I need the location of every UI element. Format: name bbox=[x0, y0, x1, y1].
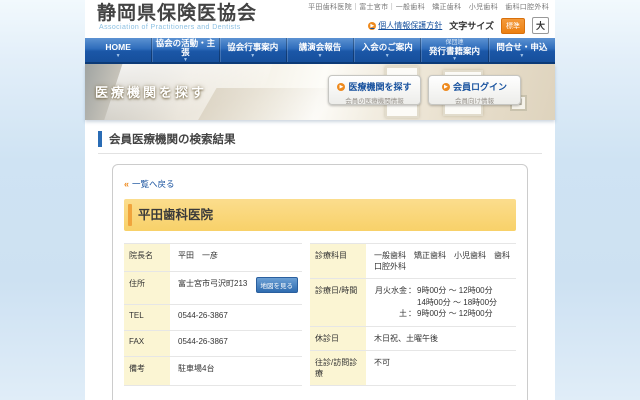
arrow-circle-icon: ▶ bbox=[442, 83, 450, 91]
subjects-value: 一般歯科 矯正歯科 小児歯科 歯科口腔外科 bbox=[366, 244, 516, 279]
clinic-name-bar: 平田歯科医院 bbox=[124, 199, 516, 231]
nav-item-activities[interactable]: 協会の活動・主張 ▼ bbox=[152, 38, 219, 62]
director-name: 平田 一彦 bbox=[170, 244, 302, 272]
privacy-policy-link[interactable]: ▶ 個人情報保護方針 bbox=[368, 20, 442, 31]
member-login-label: 会員ログイン bbox=[453, 80, 507, 93]
table-row: 休診日 木日祝、土曜午後 bbox=[310, 326, 516, 350]
nav-label: 発行書籍案内 bbox=[429, 47, 480, 56]
nav-label: 協会の活動・主張 bbox=[152, 39, 218, 58]
chevron-down-icon: ▼ bbox=[519, 54, 524, 59]
table-row: 住所 地図を見る 富士宮市弓沢町213 bbox=[124, 272, 302, 305]
map-button[interactable]: 地図を見る bbox=[256, 277, 299, 293]
row-label: 往診/訪問診療 bbox=[310, 350, 366, 385]
font-size-label: 文字サイズ bbox=[449, 19, 494, 32]
chevron-down-icon: ▼ bbox=[385, 54, 390, 59]
site-tagline: Association of Practitioners and Dentist… bbox=[97, 24, 257, 31]
double-chevron-left-icon: « bbox=[124, 179, 129, 189]
nav-item-home[interactable]: HOME ▼ bbox=[85, 38, 152, 62]
nav-label: 入会のご案内 bbox=[362, 43, 413, 52]
table-row: 往診/訪問診療 不可 bbox=[310, 350, 516, 385]
member-login-subtitle: 会員向け情報 bbox=[429, 95, 520, 105]
photo-shadow bbox=[193, 88, 336, 120]
house-call-value: 不可 bbox=[366, 350, 516, 385]
banner-buttons: ▶ 医療機関を探す 会員の医療機関情報 ▶ 会員ログイン 会員向け情報 bbox=[328, 75, 521, 105]
address-value: 富士宮市弓沢町213 bbox=[178, 279, 247, 288]
find-clinic-label: 医療機関を探す bbox=[348, 80, 411, 93]
table-row: TEL 0544-26-3867 bbox=[124, 305, 302, 331]
page-title-wrap: 会員医療機関の検索結果 bbox=[98, 131, 542, 154]
site-header: 静岡県保険医協会 Association of Practitioners an… bbox=[85, 0, 555, 38]
medical-info-table: 診療科目 一般歯科 矯正歯科 小児歯科 歯科口腔外科 診療日/時間 月火水金 ：… bbox=[310, 243, 516, 386]
find-clinic-button[interactable]: ▶ 医療機関を探す 会員の医療機関情報 bbox=[328, 75, 421, 105]
nav-item-contact[interactable]: 問合せ・申込 ▼ bbox=[489, 38, 555, 62]
fax-value: 0544-26-3867 bbox=[170, 331, 302, 357]
main-nav: HOME ▼ 協会の活動・主張 ▼ 協会行事案内 ▼ 講演会報告 ▼ 入会のご案… bbox=[85, 38, 555, 64]
table-row: 院長名 平田 一彦 bbox=[124, 244, 302, 272]
site-title: 静岡県保険医協会 bbox=[97, 3, 257, 24]
back-to-list-label: 一覧へ戻る bbox=[132, 178, 175, 190]
arrow-circle-icon: ▶ bbox=[337, 83, 345, 91]
nav-item-publications[interactable]: 保団連 発行書籍案内 ▼ bbox=[421, 38, 488, 62]
nav-item-events[interactable]: 協会行事案内 ▼ bbox=[220, 38, 287, 62]
arrow-circle-icon: ▶ bbox=[368, 22, 376, 30]
row-label: 備考 bbox=[124, 357, 170, 385]
chevron-down-icon: ▼ bbox=[116, 54, 121, 59]
clinic-detail-card: « 一覧へ戻る 平田歯科医院 院長名 平田 一彦 住所 地図を見る bbox=[112, 164, 528, 400]
page-title: 会員医療機関の検索結果 bbox=[98, 131, 542, 147]
back-to-list-link[interactable]: « 一覧へ戻る bbox=[124, 178, 175, 190]
table-row: 備考 駐車場4台 bbox=[124, 357, 302, 385]
hero-banner: 図 医療機関を探す ▶ 医療機関を探す 会員の医療機関情報 ▶ 会員ログイン 会… bbox=[85, 64, 555, 120]
find-clinic-subtitle: 会員の医療機関情報 bbox=[329, 95, 420, 105]
nav-item-lecture-reports[interactable]: 講演会報告 ▼ bbox=[287, 38, 354, 62]
chevron-down-icon: ▼ bbox=[183, 58, 188, 63]
page-container: 静岡県保険医協会 Association of Practitioners an… bbox=[85, 0, 555, 400]
chevron-down-icon: ▼ bbox=[318, 54, 323, 59]
schedule-entry: 土 ： 9時00分 ～ 12時00分 bbox=[374, 308, 512, 320]
detail-tables: 院長名 平田 一彦 住所 地図を見る 富士宮市弓沢町213 TEL 0544-2… bbox=[124, 243, 516, 386]
font-size-standard-button[interactable]: 標準 bbox=[501, 18, 525, 34]
row-label: FAX bbox=[124, 331, 170, 357]
clinic-name: 平田歯科医院 bbox=[138, 208, 213, 222]
nav-label: 講演会報告 bbox=[299, 43, 342, 52]
row-label: 診療日/時間 bbox=[310, 279, 366, 327]
table-row: 診療科目 一般歯科 矯正歯科 小児歯科 歯科口腔外科 bbox=[310, 244, 516, 279]
row-label: 休診日 bbox=[310, 326, 366, 350]
main-content: 会員医療機関の検索結果 « 一覧へ戻る 平田歯科医院 院長名 平田 一彦 住所 bbox=[85, 120, 555, 400]
nav-label: HOME bbox=[105, 43, 131, 52]
accent-bar bbox=[128, 204, 132, 226]
note-value: 駐車場4台 bbox=[170, 357, 302, 385]
nav-item-join[interactable]: 入会のご案内 ▼ bbox=[354, 38, 421, 62]
table-row: 診療日/時間 月火水金 ： 9時00分 ～ 12時00分 14時00分 ～ 18… bbox=[310, 279, 516, 327]
row-label: TEL bbox=[124, 305, 170, 331]
member-login-button[interactable]: ▶ 会員ログイン 会員向け情報 bbox=[428, 75, 521, 105]
font-size-large-button[interactable]: 大 bbox=[532, 17, 549, 34]
closed-days-value: 木日祝、土曜午後 bbox=[366, 326, 516, 350]
tel-value: 0544-26-3867 bbox=[170, 305, 302, 331]
table-row: FAX 0544-26-3867 bbox=[124, 331, 302, 357]
chevron-down-icon: ▼ bbox=[452, 57, 457, 62]
header-tools: ▶ 個人情報保護方針 文字サイズ 標準 大 bbox=[308, 17, 549, 34]
address-cell: 地図を見る 富士宮市弓沢町213 bbox=[170, 272, 302, 305]
schedule-cell: 月火水金 ： 9時00分 ～ 12時00分 14時00分 ～ 18時00分 土 … bbox=[366, 279, 516, 327]
breadcrumb: 平田歯科医院｜富士宮市｜一般歯科 矯正歯科 小児歯科 歯科口腔外科 bbox=[308, 2, 549, 12]
basic-info-table: 院長名 平田 一彦 住所 地図を見る 富士宮市弓沢町213 TEL 0544-2… bbox=[124, 243, 302, 386]
nav-label: 協会行事案内 bbox=[227, 43, 278, 52]
header-right: 平田歯科医院｜富士宮市｜一般歯科 矯正歯科 小児歯科 歯科口腔外科 ▶ 個人情報… bbox=[308, 2, 549, 34]
nav-label: 問合せ・申込 bbox=[496, 43, 547, 52]
row-label: 院長名 bbox=[124, 244, 170, 272]
site-logo[interactable]: 静岡県保険医協会 Association of Practitioners an… bbox=[97, 3, 257, 31]
row-label: 住所 bbox=[124, 272, 170, 305]
chevron-down-icon: ▼ bbox=[250, 54, 255, 59]
schedule-entry: 月火水金 ： 9時00分 ～ 12時00分 14時00分 ～ 18時00分 bbox=[374, 285, 512, 308]
privacy-policy-label: 個人情報保護方針 bbox=[378, 20, 442, 31]
row-label: 診療科目 bbox=[310, 244, 366, 279]
banner-caption: 医療機関を探す bbox=[95, 82, 207, 101]
